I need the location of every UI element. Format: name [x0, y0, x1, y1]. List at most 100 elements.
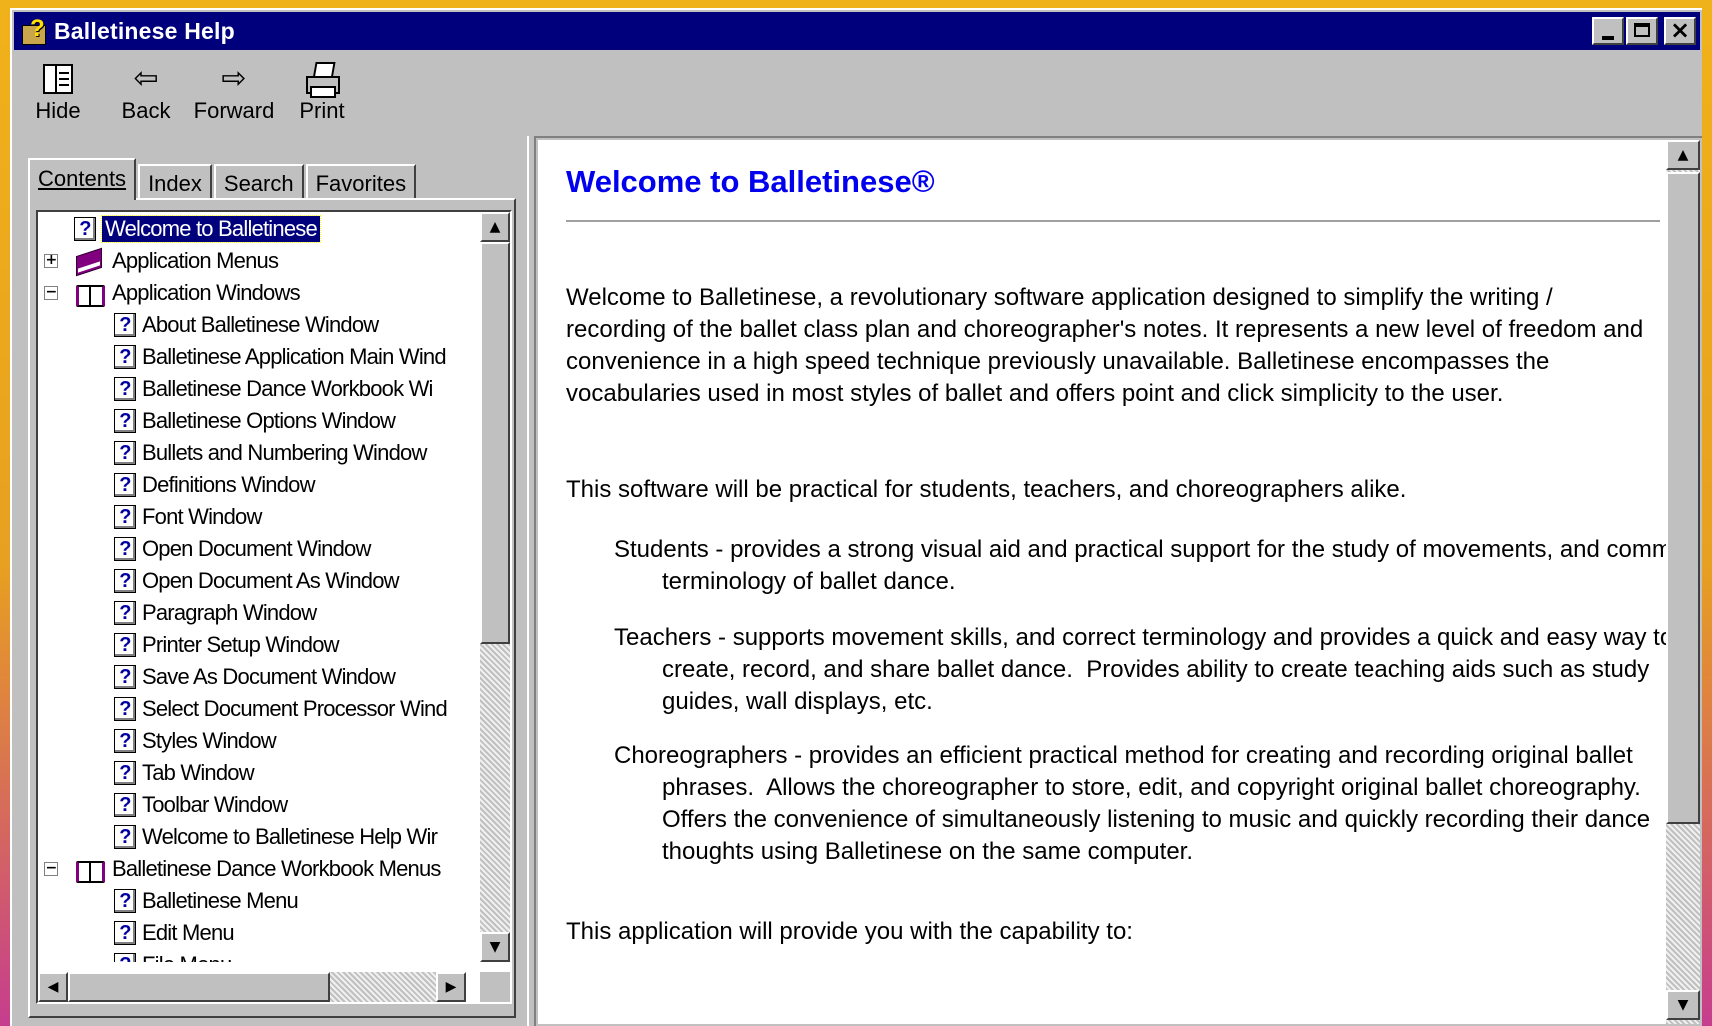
tree-item-label: Balletinese Dance Workbook Menus: [112, 856, 441, 881]
tree-item[interactable]: ? File Menu: [114, 950, 232, 962]
close-button[interactable]: ×: [1664, 16, 1696, 45]
close-icon: ×: [1669, 16, 1691, 44]
tree-item-label: About Balletinese Window: [142, 312, 379, 337]
tree-item[interactable]: ? About Balletinese Window: [114, 310, 379, 340]
forward-button[interactable]: ⇨ Forward: [190, 54, 278, 136]
tree-item[interactable]: ? Paragraph Window: [114, 598, 317, 628]
expand-icon[interactable]: +: [44, 253, 58, 268]
tree-scroll-right-button[interactable]: ▶: [436, 972, 466, 1002]
heading-divider: [566, 220, 1660, 223]
help-page-icon: ?: [114, 441, 136, 465]
collapse-icon[interactable]: −: [44, 861, 58, 876]
help-page-icon: ?: [114, 537, 136, 561]
print-button[interactable]: Print: [278, 54, 366, 136]
tree-item[interactable]: ? Save As Document Window: [114, 662, 396, 692]
tree-vertical-scrollbar[interactable]: ▲ ▼: [480, 212, 510, 962]
contents-tree[interactable]: ? Welcome to Balletinese + Application Menu…: [36, 210, 512, 1004]
help-page-icon: ?: [114, 793, 136, 817]
help-page-icon: ?: [114, 313, 136, 337]
help-page-icon: ?: [114, 409, 136, 433]
tree-item-label: Save As Document Window: [142, 664, 396, 689]
tree-item[interactable]: ? Bullets and Numbering Window: [114, 438, 427, 468]
topic-pane: Welcome to Balletinese® Welcome to Balle…: [534, 136, 1702, 1026]
tree-scroll-down-button[interactable]: ▼: [480, 932, 510, 962]
choreographers-item: Choreographers - provides an efficient p…: [614, 742, 1657, 865]
tree-item[interactable]: ? Balletinese Options Window: [114, 406, 396, 436]
topic-scroll-thumb[interactable]: [1666, 172, 1700, 824]
tree-item[interactable]: ? Tab Window: [114, 758, 255, 788]
title-bar[interactable]: ? Balletinese Help ×: [14, 12, 1700, 50]
help-page-icon: ?: [114, 665, 136, 689]
tree-item[interactable]: + Application Menus: [44, 246, 279, 276]
tree-horizontal-scrollbar[interactable]: ◀ ▶: [38, 972, 466, 1002]
maximize-button[interactable]: [1626, 17, 1658, 45]
tree-scroll-thumb[interactable]: [480, 242, 510, 644]
tree-scroll-up-button[interactable]: ▲: [480, 212, 510, 242]
help-page-icon: ?: [114, 345, 136, 369]
help-page-icon: ?: [114, 889, 136, 913]
window-title: Balletinese Help: [54, 17, 235, 44]
students-item: Students - provides a strong visual aid …: [614, 536, 1666, 595]
help-page-icon: ?: [114, 921, 136, 945]
tree-item-label: Tab Window: [142, 760, 255, 785]
tree-item[interactable]: ? Printer Setup Window: [114, 630, 340, 660]
tree-scroll-left-button[interactable]: ◀: [38, 972, 68, 1002]
capability-paragraph: This application will provide you with t…: [566, 918, 1133, 945]
tree-item[interactable]: ? Open Document As Window: [114, 566, 400, 596]
forward-label: Forward: [193, 98, 275, 123]
tree-item[interactable]: ? Balletinese Menu: [114, 886, 299, 916]
tree-item[interactable]: ? Welcome to Balletinese: [74, 214, 321, 244]
tree-item[interactable]: ? Styles Window: [114, 726, 277, 756]
tree-item-label: Balletinese Application Main Wind: [142, 344, 447, 369]
help-app-icon[interactable]: ?: [20, 15, 48, 45]
collapse-icon[interactable]: −: [44, 285, 58, 300]
tab-contents[interactable]: Contents: [28, 158, 137, 200]
tree-item-label: Balletinese Options Window: [142, 408, 396, 433]
tree-item[interactable]: ? Edit Menu: [114, 918, 235, 948]
topic-vertical-scrollbar[interactable]: ▲ ▼: [1666, 140, 1700, 1024]
tree-item[interactable]: − Application Windows: [44, 278, 301, 308]
help-page-icon: ?: [114, 729, 136, 753]
maximize-icon: [1634, 23, 1650, 37]
tree-item-label: Font Window: [142, 504, 262, 529]
nav-tabs: Contents Index Search Favorites: [28, 158, 418, 200]
tree-item[interactable]: ? Open Document Window: [114, 534, 371, 564]
tab-favorites[interactable]: Favorites: [305, 164, 417, 200]
tree-item[interactable]: ? Toolbar Window: [114, 790, 288, 820]
tab-contents-label: Contents: [38, 166, 127, 191]
forward-arrow-icon: ⇨: [221, 61, 247, 96]
tree-item-label: File Menu: [142, 952, 232, 962]
tree-item-label: Welcome to Balletinese Help Wir: [142, 824, 438, 849]
print-label: Print: [299, 98, 345, 123]
tree-viewport: ? Welcome to Balletinese + Application Menu…: [38, 212, 466, 962]
topic-content: Welcome to Balletinese® Welcome to Balle…: [538, 140, 1666, 1024]
tree-item-label: Balletinese Menu: [142, 888, 299, 913]
tree-item[interactable]: ? Welcome to Balletinese Help Wir: [114, 822, 438, 852]
hide-button[interactable]: Hide: [14, 54, 102, 136]
tree-item-label: Definitions Window: [142, 472, 315, 497]
back-arrow-icon: ⇦: [133, 61, 159, 96]
tree-item[interactable]: ? Select Document Processor Wind: [114, 694, 448, 724]
tab-favorites-label: Favorites: [315, 171, 407, 196]
help-page-icon: ?: [74, 217, 96, 241]
tree-item[interactable]: ? Balletinese Application Main Wind: [114, 342, 447, 372]
topic-scroll-down-button[interactable]: ▼: [1666, 990, 1700, 1020]
tab-search[interactable]: Search: [213, 164, 304, 200]
topic-scroll-up-button[interactable]: ▲: [1666, 140, 1700, 170]
tree-item[interactable]: − Balletinese Dance Workbook Menus: [44, 854, 441, 884]
tab-index[interactable]: Index: [138, 164, 212, 200]
tree-item-label: Styles Window: [142, 728, 277, 753]
tab-search-label: Search: [223, 171, 294, 196]
tree-item[interactable]: ? Balletinese Dance Workbook Wi: [114, 374, 433, 404]
toolbar: Hide ⇦ Back ⇨ Forward Print: [14, 54, 1700, 136]
hide-pane-icon: [43, 64, 73, 94]
help-page-icon: ?: [114, 761, 136, 785]
tree-item[interactable]: ? Definitions Window: [114, 470, 315, 500]
minimize-button[interactable]: [1592, 17, 1624, 45]
scrollbar-corner: [480, 972, 510, 1002]
tree-item[interactable]: ? Font Window: [114, 502, 262, 532]
navigation-pane: Contents Index Search Favorites ? Welcome…: [16, 136, 529, 1026]
back-button[interactable]: ⇦ Back: [102, 54, 190, 136]
tree-hscroll-thumb[interactable]: [68, 972, 330, 1002]
back-label: Back: [121, 98, 171, 123]
